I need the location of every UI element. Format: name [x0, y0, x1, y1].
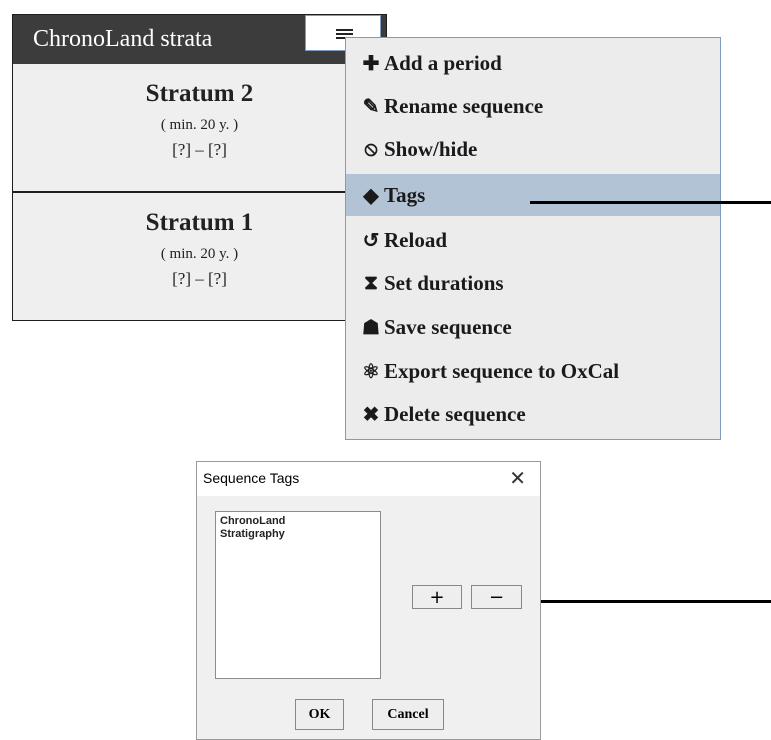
menu-item-tags[interactable]: ◆ Tags: [346, 174, 720, 216]
close-icon[interactable]: ✕: [509, 466, 526, 491]
stratum-date-range: [?] – [?]: [172, 140, 227, 159]
annotation-arrow-tags: [530, 201, 771, 204]
ok-button[interactable]: OK: [295, 699, 344, 730]
menu-item-save-sequence[interactable]: ☗ Save sequence: [346, 306, 720, 348]
remove-tag-button[interactable]: −: [471, 585, 522, 609]
tag-list[interactable]: ChronoLand Stratigraphy: [215, 511, 381, 679]
plus-icon: ✚: [362, 52, 380, 75]
menu-item-reload[interactable]: ↺ Reload: [346, 219, 720, 261]
dialog-title: Sequence Tags: [203, 470, 300, 486]
menu-item-label: Delete sequence: [384, 401, 526, 426]
list-item[interactable]: ChronoLand: [216, 512, 380, 528]
add-tag-button[interactable]: +: [412, 585, 462, 609]
menu-item-label: Export sequence to OxCal: [384, 358, 620, 383]
atom-icon: ⚛: [362, 360, 380, 383]
menu-item-label: Show/hide: [384, 136, 478, 161]
menu-item-label: Tags: [384, 182, 426, 207]
sequence-header: ChronoLand strata: [13, 15, 386, 64]
save-icon: ☗: [362, 316, 380, 339]
menu-item-delete-sequence[interactable]: ✖ Delete sequence: [346, 393, 720, 435]
sequence-title: ChronoLand strata: [33, 26, 213, 52]
stratum-min-duration: ( min. 20 y. ): [160, 246, 239, 262]
menu-item-label: Set durations: [384, 270, 504, 295]
stratum-name: Stratum 1: [145, 209, 254, 236]
hourglass-icon: ⧗: [363, 271, 379, 294]
stratum-name: Stratum 2: [145, 80, 254, 107]
stratum-date-range: [?] – [?]: [172, 269, 227, 288]
reload-icon: ↺: [362, 229, 380, 252]
annotation-arrow-remove-line: [534, 600, 771, 603]
sequence-tags-dialog: Sequence Tags ✕ ChronoLand Stratigraphy …: [196, 461, 541, 740]
menu-item-label: Save sequence: [384, 314, 512, 339]
menu-item-set-durations[interactable]: ⧗ Set durations: [346, 262, 720, 304]
sequence-panel: ChronoLand strata Stratum 2 ( min. 20 y.…: [12, 14, 387, 321]
eye-slash-icon: ⦸: [364, 137, 378, 160]
menu-item-rename-sequence[interactable]: ✎ Rename sequence: [346, 85, 720, 127]
menu-item-label: Add a period: [384, 50, 502, 75]
cancel-button[interactable]: Cancel: [372, 699, 444, 730]
edit-icon: ✎: [362, 95, 380, 118]
dialog-titlebar[interactable]: Sequence Tags ✕: [197, 462, 540, 496]
list-item[interactable]: Stratigraphy: [216, 528, 380, 541]
tag-icon: ◆: [363, 184, 379, 207]
stratum-card[interactable]: Stratum 2 ( min. 20 y. ) [?] – [?]: [13, 64, 386, 193]
menu-item-label: Rename sequence: [384, 93, 544, 118]
x-icon: ✖: [362, 403, 380, 426]
menu-item-add-period[interactable]: ✚ Add a period: [346, 42, 720, 84]
menu-item-label: Reload: [384, 227, 447, 252]
stratum-card[interactable]: Stratum 1 ( min. 20 y. ) [?] – [?]: [13, 193, 386, 318]
sequence-context-menu: ✚ Add a period ✎ Rename sequence ⦸ Show/…: [345, 37, 721, 440]
stratum-min-duration: ( min. 20 y. ): [160, 117, 239, 133]
menu-item-show-hide[interactable]: ⦸ Show/hide: [346, 128, 720, 170]
menu-item-export-oxcal[interactable]: ⚛ Export sequence to OxCal: [346, 350, 720, 392]
